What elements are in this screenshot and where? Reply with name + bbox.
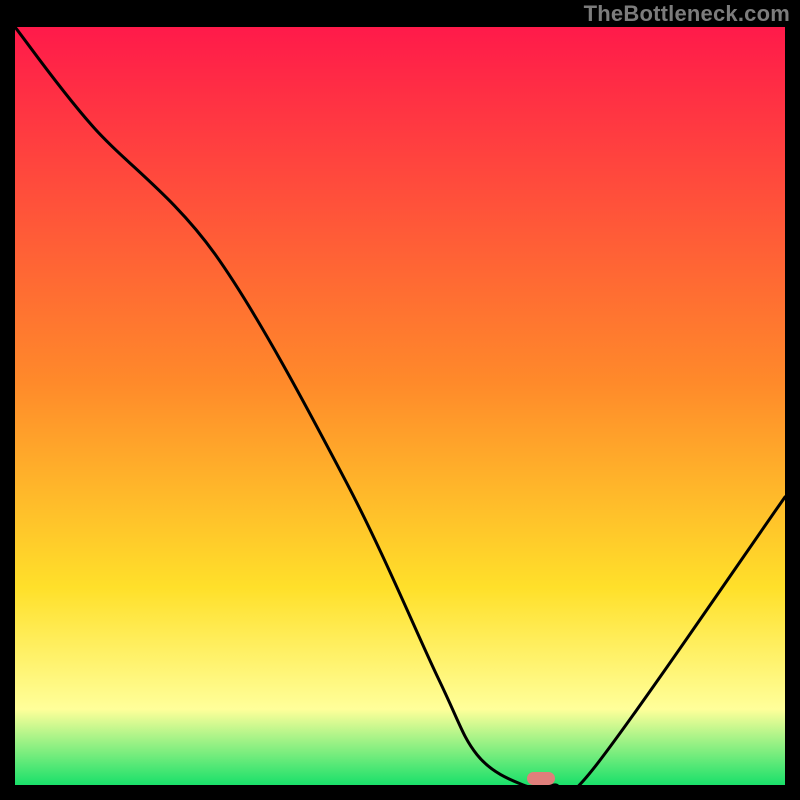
watermark-text: TheBottleneck.com xyxy=(584,1,790,27)
plot-area xyxy=(15,27,785,785)
optimal-marker xyxy=(527,772,555,785)
bottleneck-curve xyxy=(15,27,785,785)
chart-container: TheBottleneck.com xyxy=(0,0,800,800)
